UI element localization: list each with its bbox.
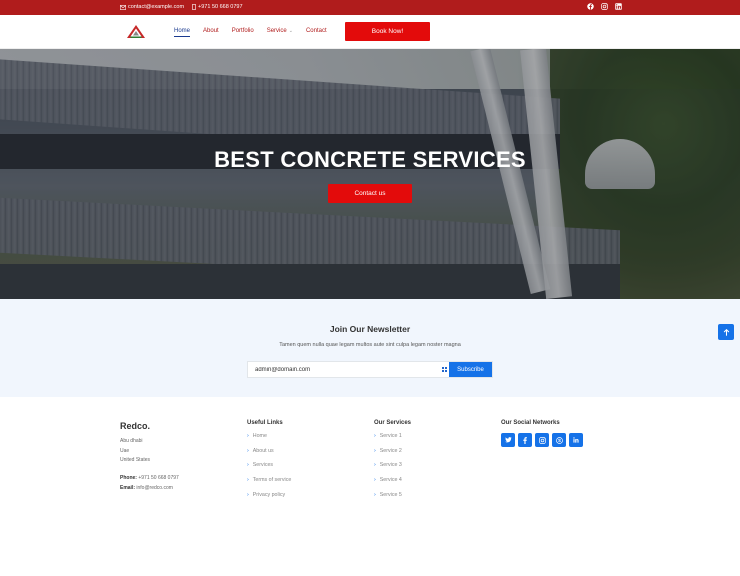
chevron-right-icon: › bbox=[247, 447, 249, 454]
social-buttons bbox=[501, 433, 583, 447]
instagram-icon[interactable] bbox=[535, 433, 549, 447]
useful-links-title: Useful Links bbox=[247, 420, 283, 426]
nav-about[interactable]: About bbox=[203, 28, 219, 37]
address-line: Uae bbox=[120, 447, 130, 454]
social-networks-title: Our Social Networks bbox=[501, 420, 560, 426]
footer-link-label: Terms of service bbox=[252, 477, 292, 484]
chevron-right-icon: › bbox=[247, 477, 249, 484]
nav-home[interactable]: Home bbox=[174, 28, 191, 37]
footer-phone: Phone: +971 50 668 0797 bbox=[120, 474, 179, 484]
footer-service-link[interactable]: › Service 3 bbox=[374, 462, 411, 477]
footer-contact: Phone: +971 50 668 0797 Email: info@redc… bbox=[120, 474, 179, 493]
footer-link-label: Service 4 bbox=[379, 477, 402, 484]
back-to-top-button[interactable] bbox=[718, 324, 734, 340]
chevron-right-icon: › bbox=[247, 433, 249, 439]
hero-section: BEST CONCRETE SERVICES Contact us bbox=[0, 49, 740, 299]
footer-link[interactable]: › Terms of service bbox=[247, 477, 291, 492]
newsletter-email-input[interactable] bbox=[248, 362, 439, 377]
contact-us-button[interactable]: Contact us bbox=[328, 184, 412, 203]
hero-overlay bbox=[0, 49, 740, 299]
subscribe-button[interactable]: Subscribe bbox=[449, 362, 492, 377]
our-services-column: Our Services › Service 1 › Service 2 › Serv… bbox=[374, 420, 411, 506]
footer-address: Abu dhabi Uae United States bbox=[120, 437, 150, 466]
phone-value: +971 50 668 0797 bbox=[138, 475, 179, 481]
top-bar: contact@example.com +971 50 668 0797 bbox=[0, 0, 740, 15]
our-services-title: Our Services bbox=[374, 420, 412, 426]
envelope-icon bbox=[120, 4, 126, 10]
nav-portfolio[interactable]: Portfolio bbox=[232, 28, 254, 37]
skype-icon[interactable] bbox=[552, 433, 566, 447]
footer-link[interactable]: › Home bbox=[247, 433, 291, 448]
autofill-icon[interactable] bbox=[439, 362, 449, 377]
topbar-phone[interactable]: +971 50 668 0797 bbox=[192, 4, 243, 10]
address-line: Abu dhabi bbox=[120, 438, 143, 444]
topbar-email[interactable]: contact@example.com bbox=[120, 4, 184, 10]
footer-service-link[interactable]: › Service 1 bbox=[374, 433, 411, 448]
hero-title: BEST CONCRETE SERVICES bbox=[214, 147, 526, 172]
footer-link[interactable]: › About us bbox=[247, 448, 291, 463]
chevron-right-icon: › bbox=[374, 462, 376, 469]
email-label: Email: bbox=[120, 484, 136, 491]
chevron-right-icon: › bbox=[374, 433, 376, 439]
phone-label: Phone: bbox=[120, 475, 137, 481]
footer-link[interactable]: › Services bbox=[247, 462, 291, 477]
chevron-right-icon: › bbox=[247, 462, 249, 469]
facebook-icon[interactable] bbox=[518, 433, 532, 447]
footer-service-link[interactable]: › Service 4 bbox=[374, 477, 411, 492]
instagram-icon[interactable] bbox=[601, 3, 608, 10]
footer-link-label: Home bbox=[252, 433, 267, 439]
nav-contact[interactable]: Contact bbox=[306, 28, 327, 37]
topbar-email-text: contact@example.com bbox=[128, 4, 185, 10]
brand-logo[interactable] bbox=[126, 24, 146, 39]
footer-link-label: Service 2 bbox=[379, 447, 402, 454]
chevron-right-icon: › bbox=[374, 491, 376, 498]
newsletter-title: Join Our Newsletter bbox=[329, 324, 411, 334]
footer-link-label: Privacy policy bbox=[252, 491, 286, 498]
footer-service-link[interactable]: › Service 5 bbox=[374, 492, 411, 507]
footer-email: Email: info@redco.com bbox=[120, 484, 179, 494]
phone-icon bbox=[192, 4, 197, 10]
chevron-right-icon: › bbox=[247, 491, 249, 498]
chevron-right-icon: › bbox=[374, 477, 376, 484]
address-line: United States bbox=[120, 457, 151, 463]
newsletter-text: Tamen quem nulla quae legam multos aute … bbox=[279, 342, 461, 348]
footer-service-link[interactable]: › Service 2 bbox=[374, 448, 411, 463]
newsletter-section: Join Our Newsletter Tamen quem nulla qua… bbox=[0, 299, 740, 397]
email-value: info@redco.com bbox=[136, 484, 173, 491]
newsletter-form: Subscribe bbox=[247, 361, 493, 378]
nav-service[interactable]: Service ⌄ bbox=[267, 28, 293, 37]
footer-brand: Redco. bbox=[120, 421, 151, 431]
footer-link-label: About us bbox=[252, 447, 274, 454]
arrow-up-icon bbox=[723, 328, 729, 336]
topbar-phone-text: +971 50 668 0797 bbox=[198, 4, 243, 10]
twitter-icon[interactable] bbox=[501, 433, 515, 447]
main-navbar: Home About Portfolio Service ⌄ Contact Bo… bbox=[0, 15, 740, 49]
useful-links-column: Useful Links › Home › About us › Services ›… bbox=[247, 420, 291, 506]
linkedin-icon[interactable] bbox=[615, 3, 622, 10]
book-now-button[interactable]: Book Now! bbox=[345, 22, 430, 41]
chevron-down-icon: ⌄ bbox=[288, 28, 293, 34]
footer: Redco. Abu dhabi Uae United States Phone… bbox=[0, 397, 740, 576]
chevron-right-icon: › bbox=[374, 447, 376, 454]
social-networks-column: Our Social Networks bbox=[501, 420, 583, 447]
footer-link-label: Service 1 bbox=[379, 433, 402, 439]
nav-service-label: Service bbox=[266, 28, 287, 34]
footer-link-label: Service 5 bbox=[379, 491, 402, 498]
facebook-icon[interactable] bbox=[587, 3, 594, 10]
main-nav: Home About Portfolio Service ⌄ Contact bbox=[174, 28, 340, 37]
footer-link-label: Services bbox=[252, 462, 274, 469]
linkedin-icon[interactable] bbox=[569, 433, 583, 447]
footer-link-label: Service 3 bbox=[379, 462, 402, 469]
footer-link[interactable]: › Privacy policy bbox=[247, 492, 291, 507]
